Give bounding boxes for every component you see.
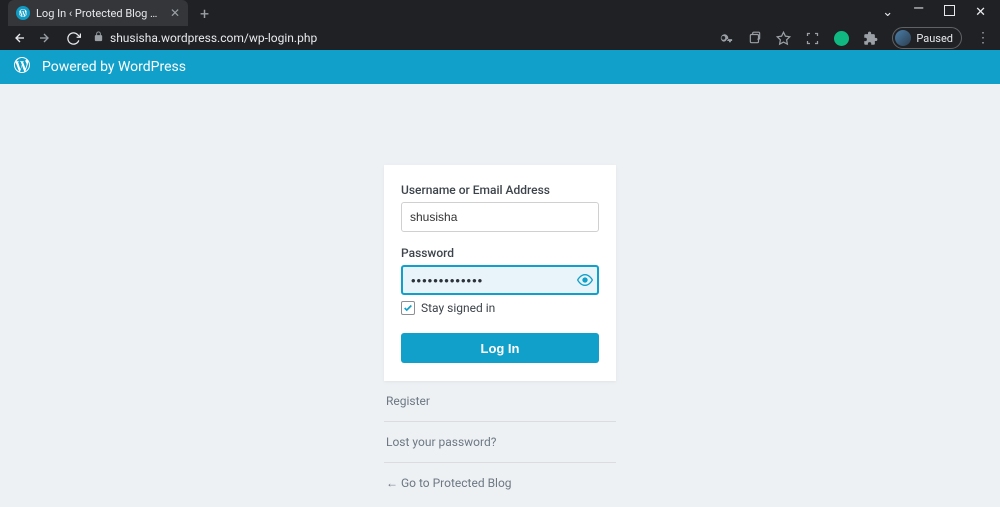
header-title: Powered by WordPress xyxy=(42,59,186,75)
back-button[interactable] xyxy=(10,30,26,46)
address-bar: shusisha.wordpress.com/wp-login.php Paus… xyxy=(0,26,1000,50)
close-window-icon[interactable]: ✕ xyxy=(975,5,986,21)
extensions-icon[interactable] xyxy=(863,31,878,46)
password-field-group: Password xyxy=(401,246,599,295)
chevron-down-icon[interactable]: ⌄ xyxy=(882,5,893,21)
username-input[interactable] xyxy=(401,202,599,232)
lock-icon xyxy=(93,31,104,45)
stay-signed-in-row: Stay signed in xyxy=(401,301,599,315)
extension-grammarly-icon[interactable] xyxy=(834,31,849,46)
new-tab-button[interactable]: + xyxy=(200,4,209,23)
browser-chrome: Log In ‹ Protected Blog — WordP… ✕ + ⌄ —… xyxy=(0,0,1000,50)
back-to-blog-link[interactable]: ← Go to Protected Blog xyxy=(384,463,616,503)
wordpress-favicon-icon xyxy=(16,6,30,20)
lost-password-link[interactable]: Lost your password? xyxy=(384,422,616,463)
show-password-icon[interactable] xyxy=(577,272,593,288)
reload-button[interactable] xyxy=(66,31,81,46)
below-links: Register Lost your password? ← Go to Pro… xyxy=(384,381,616,503)
register-link[interactable]: Register xyxy=(384,381,616,422)
minimize-icon[interactable]: — xyxy=(913,1,924,17)
tab-bar: Log In ‹ Protected Blog — WordP… ✕ + ⌄ —… xyxy=(0,0,1000,26)
login-card: Username or Email Address Password Stay … xyxy=(384,165,616,381)
stay-signed-checkbox[interactable] xyxy=(401,301,415,315)
browser-tab[interactable]: Log In ‹ Protected Blog — WordP… ✕ xyxy=(8,0,188,26)
avatar-icon xyxy=(895,30,911,46)
maximize-icon[interactable] xyxy=(944,5,955,21)
browser-action-icons: Paused ⋮ xyxy=(719,27,990,49)
username-field-group: Username or Email Address xyxy=(401,183,599,232)
login-button[interactable]: Log In xyxy=(401,333,599,363)
wp-header: Powered by WordPress xyxy=(0,50,1000,84)
share-icon[interactable] xyxy=(748,31,762,45)
paused-label: Paused xyxy=(916,32,953,45)
password-label: Password xyxy=(401,246,599,260)
tab-title: Log In ‹ Protected Blog — WordP… xyxy=(36,7,164,20)
password-input[interactable] xyxy=(401,265,599,295)
url-text: shusisha.wordpress.com/wp-login.php xyxy=(110,31,317,45)
url-bar[interactable]: shusisha.wordpress.com/wp-login.php xyxy=(93,31,707,45)
menu-dots-icon[interactable]: ⋮ xyxy=(976,30,990,46)
close-tab-icon[interactable]: ✕ xyxy=(170,6,180,20)
wordpress-logo-icon xyxy=(12,55,32,79)
username-label: Username or Email Address xyxy=(401,183,599,197)
frame-icon[interactable] xyxy=(805,31,820,46)
profile-paused-pill[interactable]: Paused xyxy=(892,27,962,49)
star-icon[interactable] xyxy=(776,31,791,46)
forward-button[interactable] xyxy=(38,30,54,46)
stay-signed-label: Stay signed in xyxy=(421,301,495,315)
login-container: Username or Email Address Password Stay … xyxy=(384,165,616,503)
key-icon[interactable] xyxy=(719,31,734,46)
window-controls: ⌄ — ✕ xyxy=(882,5,1000,21)
